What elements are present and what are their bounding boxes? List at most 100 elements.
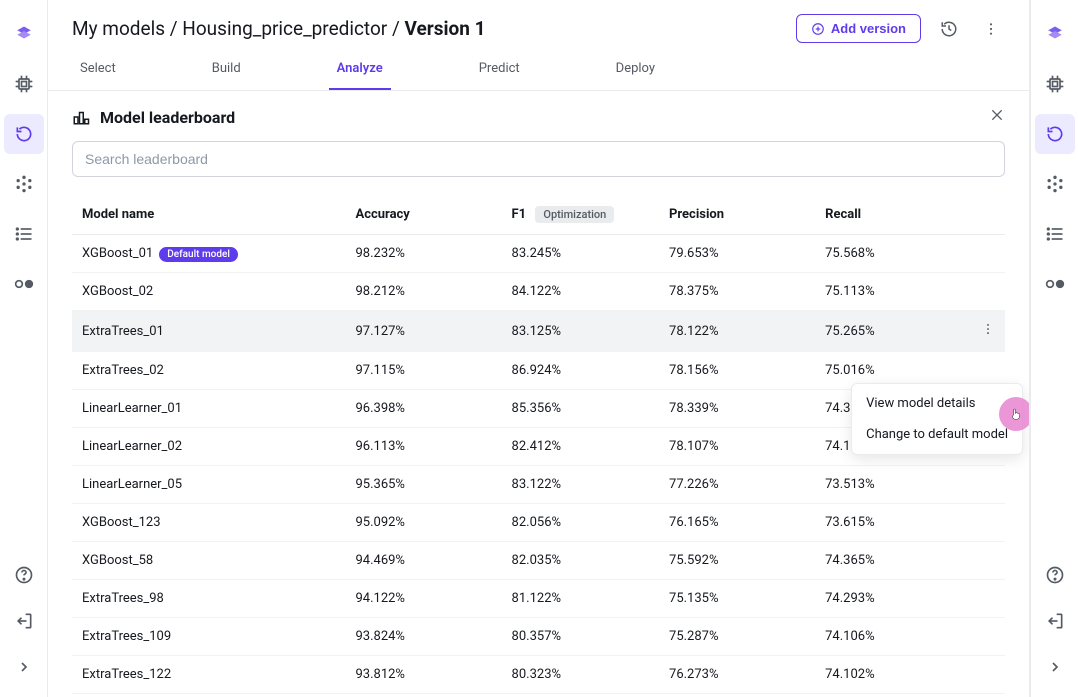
breadcrumb-project[interactable]: Housing_price_predictor xyxy=(182,17,387,40)
cell-recall: 74.365% xyxy=(815,542,971,580)
table-row[interactable]: XGBoost_5894.469%82.035%75.592%74.365% xyxy=(72,542,1005,580)
cursor-highlight xyxy=(999,397,1029,431)
right-sidebar-network[interactable] xyxy=(1035,164,1075,204)
row-menu-button[interactable] xyxy=(971,656,1005,694)
close-panel-button[interactable] xyxy=(989,107,1005,127)
tab-analyze[interactable]: Analyze xyxy=(329,51,391,90)
row-menu-button[interactable] xyxy=(971,542,1005,580)
cell-precision: 75.287% xyxy=(659,618,815,656)
more-vertical-icon xyxy=(983,21,999,37)
cell-accuracy: 95.365% xyxy=(345,466,501,504)
tab-predict[interactable]: Predict xyxy=(471,51,528,90)
menu-view-details[interactable]: View model details xyxy=(852,388,1022,419)
col-recall[interactable]: Recall xyxy=(815,195,971,235)
sidebar-item-help[interactable] xyxy=(4,555,44,595)
right-sidebar-help[interactable] xyxy=(1035,555,1075,595)
col-precision[interactable]: Precision xyxy=(659,195,815,235)
row-menu-button[interactable] xyxy=(971,694,1005,697)
cell-model-name: ExtraTrees_01 xyxy=(72,311,345,352)
cell-f1: 81.122% xyxy=(502,580,659,618)
refresh-icon xyxy=(1045,124,1065,144)
cell-f1: 82.035% xyxy=(502,542,659,580)
leaderboard-icon xyxy=(72,108,90,126)
col-f1[interactable]: F1 Optimization xyxy=(502,195,659,235)
toggle-icon xyxy=(14,278,34,290)
add-version-button[interactable]: Add version xyxy=(796,14,921,43)
table-row[interactable]: ExtraTrees_10993.785%80.185%77.532%74.09… xyxy=(72,694,1005,697)
cell-f1: 82.056% xyxy=(502,504,659,542)
cell-precision: 78.107% xyxy=(659,428,815,466)
table-row[interactable]: LinearLearner_0595.365%83.122%77.226%73.… xyxy=(72,466,1005,504)
cell-model-name: LinearLearner_01 xyxy=(72,390,345,428)
cell-f1: 83.125% xyxy=(502,311,659,352)
cell-accuracy: 94.122% xyxy=(345,580,501,618)
right-sidebar-list[interactable] xyxy=(1035,214,1075,254)
cell-precision: 78.156% xyxy=(659,352,815,390)
cell-accuracy: 93.785% xyxy=(345,694,501,697)
table-row[interactable]: XGBoost_12395.092%82.056%76.165%73.615% xyxy=(72,504,1005,542)
topbar: My models / Housing_price_predictor / Ve… xyxy=(48,0,1029,51)
right-sidebar-signout[interactable] xyxy=(1035,601,1075,641)
col-model-name[interactable]: Model name xyxy=(72,195,345,235)
sidebar-item-toggle[interactable] xyxy=(4,264,44,304)
table-row[interactable]: XGBoost_0298.212%84.122%78.375%75.113% xyxy=(72,273,1005,311)
cell-f1: 85.356% xyxy=(502,390,659,428)
table-row[interactable]: ExtraTrees_9894.122%81.122%75.135%74.293… xyxy=(72,580,1005,618)
cell-precision: 75.135% xyxy=(659,580,815,618)
asterisk-icon xyxy=(1045,174,1065,194)
sidebar-item-list[interactable] xyxy=(4,214,44,254)
cursor-hand-icon xyxy=(1009,407,1023,421)
right-sidebar-expand[interactable] xyxy=(1035,647,1075,687)
sidebar-item-signout[interactable] xyxy=(4,601,44,641)
chevron-right-icon xyxy=(16,659,32,675)
row-menu-button[interactable] xyxy=(971,235,1005,273)
row-menu-button[interactable] xyxy=(971,466,1005,504)
row-menu-button[interactable] xyxy=(971,273,1005,311)
signout-icon xyxy=(1045,611,1065,631)
cell-f1: 80.185% xyxy=(502,694,659,697)
right-sidebar-refresh[interactable] xyxy=(1035,114,1075,154)
add-version-label: Add version xyxy=(831,21,906,36)
table-row[interactable]: XGBoost_01Default model98.232%83.245%79.… xyxy=(72,235,1005,273)
sidebar-item-network[interactable] xyxy=(4,164,44,204)
right-sidebar-toggle[interactable] xyxy=(1035,264,1075,304)
row-menu-button[interactable] xyxy=(971,618,1005,656)
right-sidebar-chip[interactable] xyxy=(1035,64,1075,104)
row-menu-button[interactable] xyxy=(971,580,1005,618)
more-vertical-icon xyxy=(981,322,995,336)
plus-circle-icon xyxy=(811,22,825,36)
breadcrumb-root[interactable]: My models xyxy=(72,17,165,40)
col-accuracy[interactable]: Accuracy xyxy=(345,195,501,235)
cell-accuracy: 96.398% xyxy=(345,390,501,428)
cell-f1: 80.357% xyxy=(502,618,659,656)
cell-accuracy: 96.113% xyxy=(345,428,501,466)
cell-recall: 75.113% xyxy=(815,273,971,311)
sidebar-item-chip[interactable] xyxy=(4,64,44,104)
more-button[interactable] xyxy=(977,15,1005,43)
cell-precision: 79.653% xyxy=(659,235,815,273)
table-row[interactable]: ExtraTrees_10993.824%80.357%75.287%74.10… xyxy=(72,618,1005,656)
cell-recall: 73.513% xyxy=(815,466,971,504)
leaderboard-panel: Model leaderboard Model name Accuracy F1… xyxy=(48,91,1029,697)
table-row[interactable]: ExtraTrees_0197.127%83.125%78.122%75.265… xyxy=(72,311,1005,352)
sidebar-item-refresh[interactable] xyxy=(4,114,44,154)
cell-precision: 78.375% xyxy=(659,273,815,311)
cell-model-name: XGBoost_02 xyxy=(72,273,345,311)
row-menu-button[interactable] xyxy=(971,311,1005,352)
cell-model-name: ExtraTrees_109 xyxy=(72,618,345,656)
row-menu-button[interactable] xyxy=(971,504,1005,542)
tab-build[interactable]: Build xyxy=(204,51,249,90)
cell-precision: 76.273% xyxy=(659,656,815,694)
right-sidebar-logo[interactable] xyxy=(1035,14,1075,54)
sidebar-item-expand[interactable] xyxy=(4,647,44,687)
sidebar-logo[interactable] xyxy=(4,14,44,54)
close-icon xyxy=(989,107,1005,123)
cell-recall: 75.568% xyxy=(815,235,971,273)
right-sidebar xyxy=(1030,0,1078,697)
menu-change-default[interactable]: Change to default model xyxy=(852,419,1022,450)
history-button[interactable] xyxy=(935,15,963,43)
search-input[interactable] xyxy=(72,141,1005,177)
tab-select[interactable]: Select xyxy=(72,51,124,90)
table-row[interactable]: ExtraTrees_12293.812%80.323%76.273%74.10… xyxy=(72,656,1005,694)
tab-deploy[interactable]: Deploy xyxy=(608,51,663,90)
